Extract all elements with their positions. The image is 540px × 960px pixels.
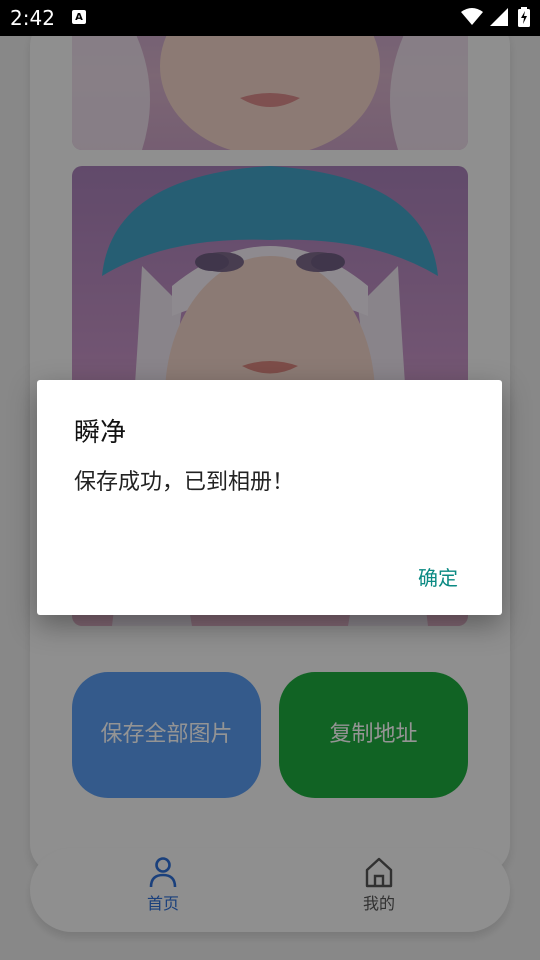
- dialog-title: 瞬净: [74, 418, 127, 448]
- save-success-dialog: 瞬净 保存成功，已到相册！ 确定: [37, 380, 502, 615]
- dialog-message: 保存成功，已到相册！: [74, 470, 295, 495]
- status-time: 2:42: [10, 6, 55, 30]
- notification-badge: A: [72, 10, 86, 24]
- wifi-icon: [461, 8, 483, 25]
- confirm-button[interactable]: 确定: [418, 562, 458, 591]
- cell-signal-icon: [490, 8, 508, 26]
- status-bar: 2:42 A: [0, 0, 540, 36]
- battery-charging-icon: [518, 7, 530, 27]
